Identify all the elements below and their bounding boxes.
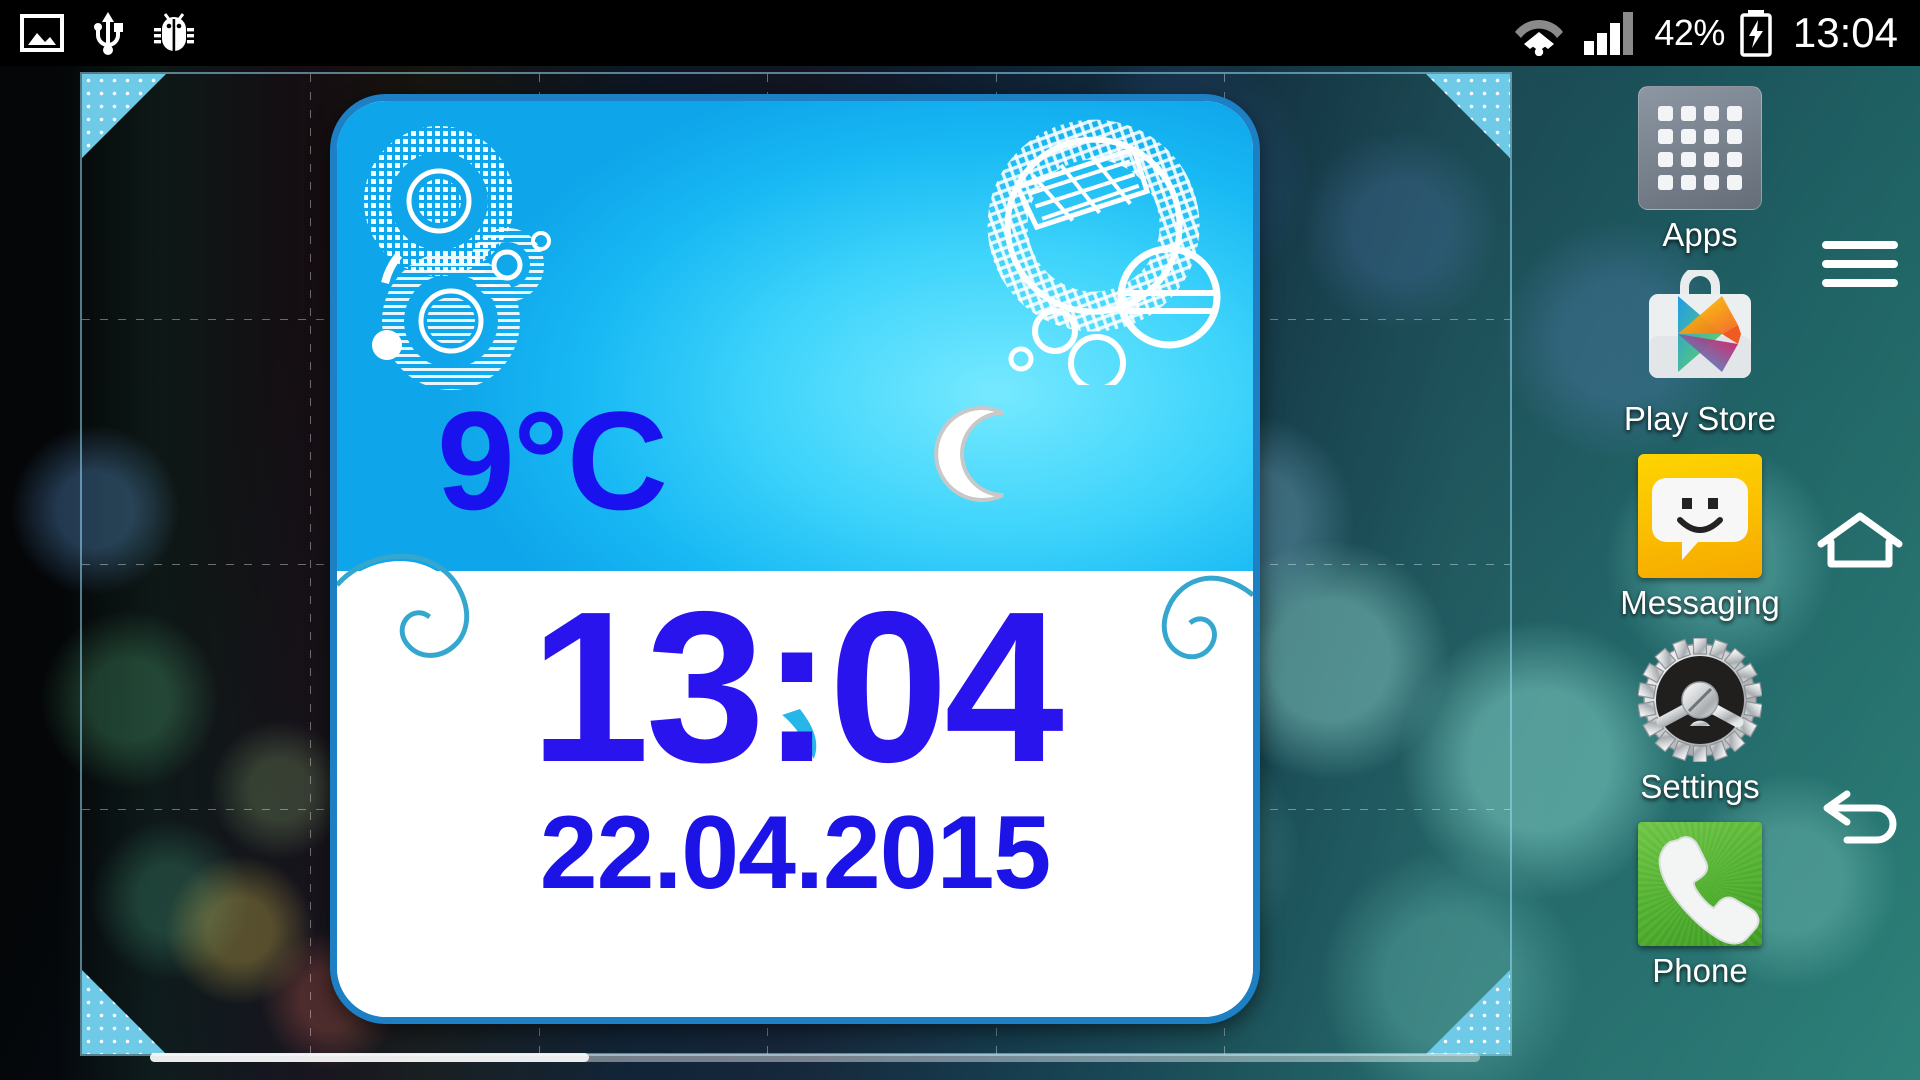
battery-percent-label: 42% (1654, 12, 1725, 53)
apps-grid-icon (1638, 86, 1762, 210)
app-icon-settings[interactable]: Settings (1600, 637, 1800, 806)
wifi-icon (1515, 20, 1564, 56)
cellular-signal-icon (1584, 12, 1634, 55)
navigation-bar (1800, 0, 1920, 1080)
home-icon[interactable] (1817, 497, 1903, 583)
app-icon-play-store[interactable]: Play Store (1600, 266, 1800, 438)
status-bar[interactable]: 42% 13:04 (0, 0, 1920, 66)
screenshot-icon (20, 14, 64, 52)
widget-date: 22.04.2015 (539, 795, 1052, 911)
resize-handle-bottom-right[interactable] (1426, 970, 1510, 1054)
phone-handset-icon (1638, 822, 1762, 946)
status-bar-left-icons (0, 10, 196, 56)
app-label: Settings (1640, 768, 1760, 805)
crescent-moon-icon (934, 406, 1004, 502)
app-icon-phone[interactable]: Phone (1600, 822, 1800, 990)
widget-temperature: 9°C (437, 382, 668, 539)
messaging-icon (1638, 454, 1762, 578)
app-icon-messaging[interactable]: Messaging (1600, 454, 1800, 622)
usb-icon (94, 12, 123, 55)
play-store-icon (1638, 266, 1762, 394)
status-bar-right-icons: 42% 13:04 (1510, 9, 1920, 57)
app-label: Messaging (1620, 584, 1780, 621)
home-page-indicator[interactable] (150, 1053, 1480, 1062)
app-icon-apps[interactable]: Apps (1600, 86, 1800, 254)
widget-clock: 13:04 (530, 566, 1064, 807)
page-indicator-thumb (150, 1053, 589, 1062)
android-home-screen: 42% 13:04 9°C 13:04 22.04.2015 Apps Play… (0, 0, 1920, 1080)
app-label: Phone (1652, 952, 1748, 989)
resize-handle-bottom-left[interactable] (82, 970, 166, 1054)
settings-gear-icon (1637, 637, 1763, 763)
usb-debug-icon (154, 13, 194, 51)
grid-line-v (310, 74, 312, 1054)
back-icon[interactable] (1817, 773, 1903, 859)
app-label: Apps (1662, 216, 1738, 253)
weather-clock-widget[interactable]: 9°C 13:04 22.04.2015 (330, 94, 1260, 1024)
status-bar-clock: 13:04 (1792, 9, 1898, 56)
resize-handle-top-right[interactable] (1426, 74, 1510, 158)
resize-handle-top-left[interactable] (82, 74, 166, 158)
battery-charging-icon (1740, 10, 1772, 57)
menu-icon[interactable] (1817, 221, 1903, 307)
app-shortcut-column: Apps Play Store Messaging Settings Phone (1600, 86, 1800, 990)
app-label: Play Store (1623, 400, 1777, 437)
